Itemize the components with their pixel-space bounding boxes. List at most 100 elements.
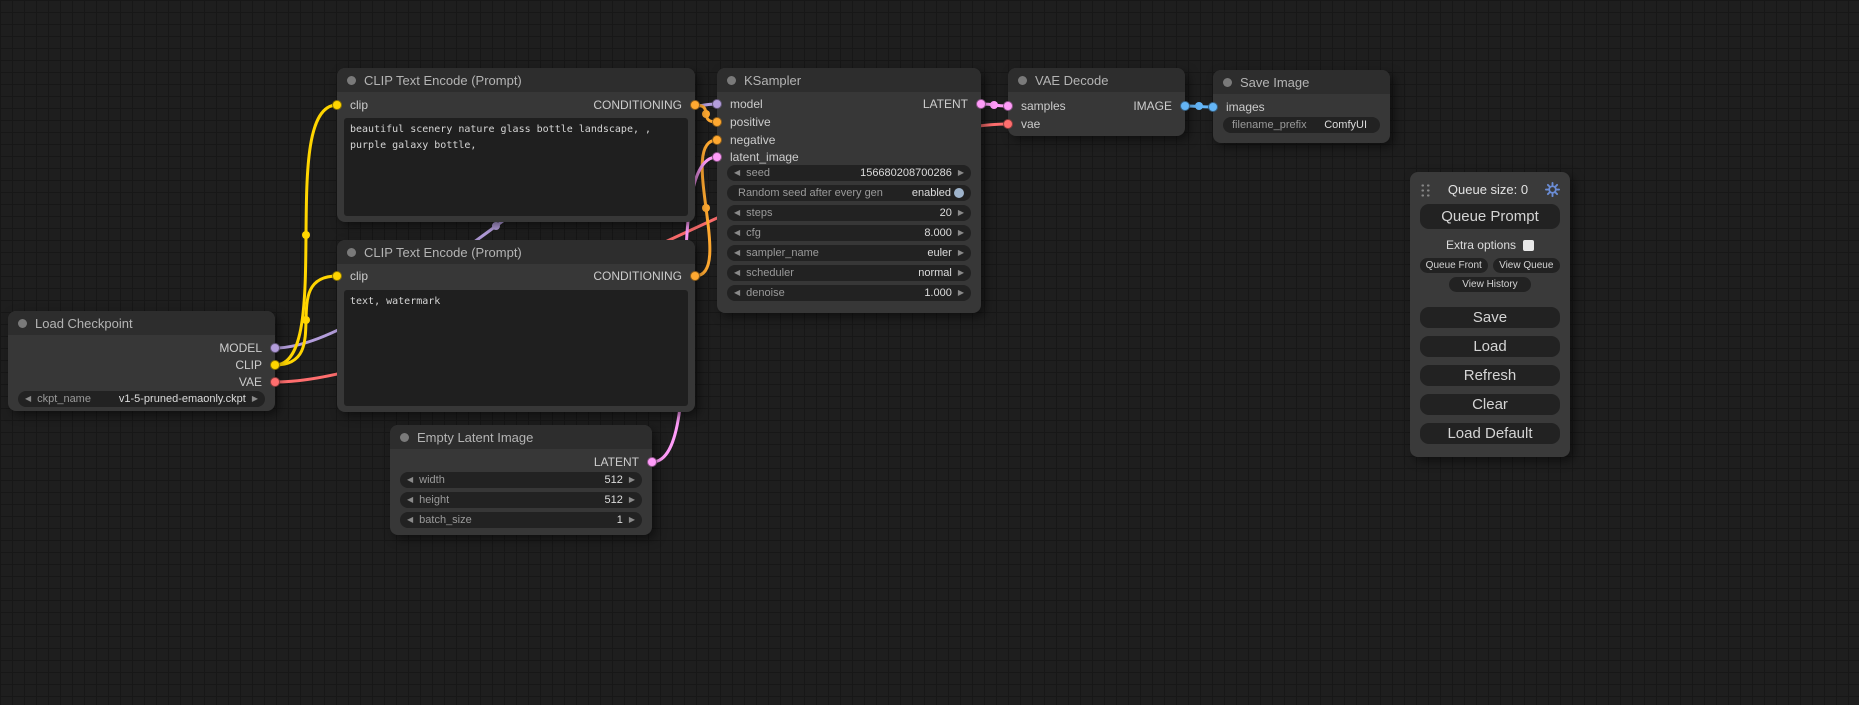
- latent-output-port[interactable]: [976, 99, 986, 109]
- decrement-arrow-icon[interactable]: ◀: [25, 391, 31, 407]
- increment-arrow-icon[interactable]: ▶: [629, 492, 635, 508]
- widget-denoise[interactable]: ◀ denoise 1.000 ▶: [727, 285, 971, 301]
- drag-handle-icon[interactable]: [1420, 182, 1431, 197]
- increment-arrow-icon[interactable]: ▶: [958, 205, 964, 221]
- slot-label: clip: [350, 269, 368, 283]
- node-title-bar[interactable]: CLIP Text Encode (Prompt): [337, 240, 695, 264]
- increment-arrow-icon[interactable]: ▶: [958, 245, 964, 261]
- latent-image-input-port[interactable]: [712, 152, 722, 162]
- refresh-button[interactable]: Refresh: [1420, 365, 1560, 386]
- widget-value: ComfyUI: [1324, 119, 1367, 131]
- extra-options-row: Extra options: [1446, 238, 1534, 252]
- decrement-arrow-icon[interactable]: ◀: [407, 492, 413, 508]
- decrement-arrow-icon[interactable]: ◀: [734, 265, 740, 281]
- images-input-port[interactable]: [1208, 102, 1218, 112]
- samples-input-port[interactable]: [1003, 101, 1013, 111]
- save-button[interactable]: Save: [1420, 307, 1560, 328]
- queue-front-button[interactable]: Queue Front: [1420, 258, 1488, 273]
- decrement-arrow-icon[interactable]: ◀: [734, 165, 740, 181]
- model-input-port[interactable]: [712, 99, 722, 109]
- collapse-dot-icon[interactable]: [347, 248, 356, 257]
- increment-arrow-icon[interactable]: ▶: [958, 265, 964, 281]
- collapse-dot-icon[interactable]: [400, 433, 409, 442]
- node-title-bar[interactable]: Empty Latent Image: [390, 425, 652, 449]
- conditioning-output-port[interactable]: [690, 100, 700, 110]
- node-load-checkpoint[interactable]: Load Checkpoint MODEL CLIP VAE ◀ ckpt_na…: [8, 311, 275, 411]
- slot-label: vae: [1021, 117, 1040, 131]
- decrement-arrow-icon[interactable]: ◀: [734, 225, 740, 241]
- increment-arrow-icon[interactable]: ▶: [252, 391, 258, 407]
- node-title-bar[interactable]: VAE Decode: [1008, 68, 1185, 92]
- view-history-button[interactable]: View History: [1449, 277, 1531, 292]
- node-title-bar[interactable]: KSampler: [717, 68, 981, 92]
- extra-options-checkbox[interactable]: [1523, 240, 1534, 251]
- widget-value: 512: [604, 474, 622, 486]
- widget-width[interactable]: ◀ width 512 ▶: [400, 472, 642, 488]
- increment-arrow-icon[interactable]: ▶: [629, 512, 635, 528]
- widget-ckpt-name[interactable]: ◀ ckpt_name v1-5-pruned-emaonly.ckpt ▶: [18, 391, 265, 407]
- positive-prompt-textarea[interactable]: beautiful scenery nature glass bottle la…: [344, 118, 688, 216]
- node-title-bar[interactable]: Save Image: [1213, 70, 1390, 94]
- node-clip-text-encode-negative[interactable]: CLIP Text Encode (Prompt) clip CONDITION…: [337, 240, 695, 412]
- node-title-bar[interactable]: Load Checkpoint: [8, 311, 275, 335]
- widget-cfg[interactable]: ◀ cfg 8.000 ▶: [727, 225, 971, 241]
- widget-sampler-name[interactable]: ◀ sampler_name euler ▶: [727, 245, 971, 261]
- positive-input-port[interactable]: [712, 117, 722, 127]
- slot-label: negative: [730, 133, 775, 147]
- decrement-arrow-icon[interactable]: ◀: [734, 285, 740, 301]
- widget-random-seed-toggle[interactable]: Random seed after every gen enabled: [727, 185, 971, 201]
- vae-output-port[interactable]: [270, 377, 280, 387]
- increment-arrow-icon[interactable]: ▶: [958, 225, 964, 241]
- decrement-arrow-icon[interactable]: ◀: [734, 205, 740, 221]
- clip-output-port[interactable]: [270, 360, 280, 370]
- node-ksampler[interactable]: KSampler model positive negative latent_…: [717, 68, 981, 313]
- negative-input-port[interactable]: [712, 135, 722, 145]
- widget-value: 20: [940, 207, 952, 219]
- settings-gear-icon[interactable]: [1545, 182, 1560, 197]
- node-title-text: VAE Decode: [1035, 73, 1108, 88]
- node-save-image[interactable]: Save Image images filename_prefix ComfyU…: [1213, 70, 1390, 143]
- widget-batch-size[interactable]: ◀ batch_size 1 ▶: [400, 512, 642, 528]
- slot-label: CLIP: [235, 358, 262, 372]
- widget-seed[interactable]: ◀ seed 156680208700286 ▶: [727, 165, 971, 181]
- node-empty-latent-image[interactable]: Empty Latent Image LATENT ◀ width 512 ▶ …: [390, 425, 652, 535]
- increment-arrow-icon[interactable]: ▶: [958, 165, 964, 181]
- widget-scheduler[interactable]: ◀ scheduler normal ▶: [727, 265, 971, 281]
- node-clip-text-encode-positive[interactable]: CLIP Text Encode (Prompt) clip CONDITION…: [337, 68, 695, 222]
- image-output-port[interactable]: [1180, 101, 1190, 111]
- collapse-dot-icon[interactable]: [347, 76, 356, 85]
- collapse-dot-icon[interactable]: [1018, 76, 1027, 85]
- load-button[interactable]: Load: [1420, 336, 1560, 357]
- clip-input-port[interactable]: [332, 271, 342, 281]
- view-queue-button[interactable]: View Queue: [1493, 258, 1561, 273]
- conditioning-output-port[interactable]: [690, 271, 700, 281]
- clip-input-port[interactable]: [332, 100, 342, 110]
- comfyui-canvas[interactable]: { "app": { "name": "ComfyUI" }, "colors"…: [0, 0, 1859, 705]
- increment-arrow-icon[interactable]: ▶: [629, 472, 635, 488]
- slot-label: LATENT: [594, 455, 639, 469]
- increment-arrow-icon[interactable]: ▶: [958, 285, 964, 301]
- output-slot-conditioning: CONDITIONING: [593, 267, 695, 285]
- widget-height[interactable]: ◀ height 512 ▶: [400, 492, 642, 508]
- node-vae-decode[interactable]: VAE Decode samples vae IMAGE: [1008, 68, 1185, 136]
- widget-steps[interactable]: ◀ steps 20 ▶: [727, 205, 971, 221]
- widget-label: ckpt_name: [37, 393, 91, 405]
- widget-filename-prefix[interactable]: filename_prefix ComfyUI: [1223, 117, 1380, 133]
- decrement-arrow-icon[interactable]: ◀: [407, 512, 413, 528]
- negative-prompt-textarea[interactable]: text, watermark: [344, 290, 688, 406]
- collapse-dot-icon[interactable]: [1223, 78, 1232, 87]
- node-title-bar[interactable]: CLIP Text Encode (Prompt): [337, 68, 695, 92]
- queue-prompt-button[interactable]: Queue Prompt: [1420, 204, 1560, 229]
- clear-button[interactable]: Clear: [1420, 394, 1560, 415]
- collapse-dot-icon[interactable]: [18, 319, 27, 328]
- decrement-arrow-icon[interactable]: ◀: [407, 472, 413, 488]
- decrement-arrow-icon[interactable]: ◀: [734, 245, 740, 261]
- slot-label: VAE: [239, 375, 262, 389]
- load-default-button[interactable]: Load Default: [1420, 423, 1560, 444]
- slot-label: latent_image: [730, 150, 799, 164]
- collapse-dot-icon[interactable]: [727, 76, 736, 85]
- vae-input-port[interactable]: [1003, 119, 1013, 129]
- latent-output-port[interactable]: [647, 457, 657, 467]
- model-output-port[interactable]: [270, 343, 280, 353]
- input-slot-model: model: [717, 95, 763, 113]
